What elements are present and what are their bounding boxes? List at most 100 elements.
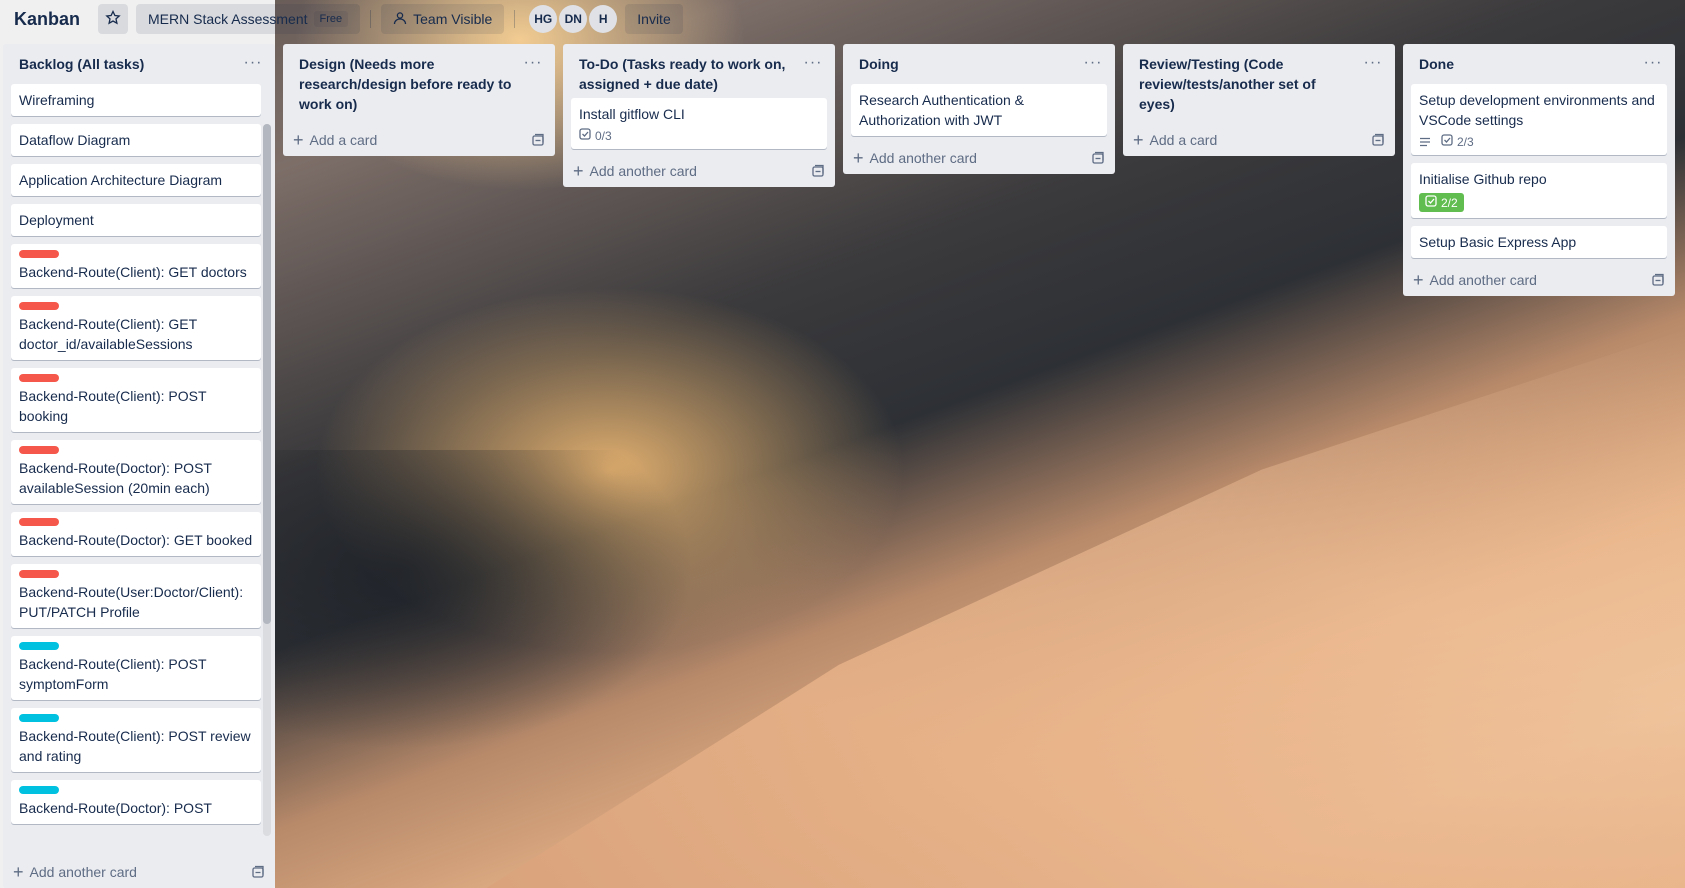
- list-menu-icon[interactable]: ···: [239, 54, 267, 72]
- workspace-name: MERN Stack Assessment: [148, 11, 308, 27]
- avatar[interactable]: DN: [559, 5, 588, 33]
- card-label-cyan[interactable]: [19, 714, 59, 722]
- card-label-red[interactable]: [19, 302, 59, 310]
- card-label-cyan[interactable]: [19, 786, 59, 794]
- board-header: Kanban MERN Stack Assessment Free Team V…: [0, 0, 1685, 38]
- add-card-label: Add another card: [589, 163, 697, 179]
- card-template-icon[interactable]: [1371, 133, 1385, 147]
- card-title: Install gitflow CLI: [579, 106, 685, 122]
- card-title: Backend-Route(Client): POST symptomForm: [19, 656, 207, 692]
- add-card-label: Add another card: [869, 150, 977, 166]
- card-label-cyan[interactable]: [19, 642, 59, 650]
- card[interactable]: Setup Basic Express App: [1411, 226, 1667, 258]
- card-template-icon[interactable]: [811, 164, 825, 178]
- card-title: Backend-Route(Doctor): GET booked: [19, 532, 253, 548]
- list-title[interactable]: Backlog (All tasks): [19, 54, 234, 74]
- card-label-red[interactable]: [19, 374, 59, 382]
- card[interactable]: Backend-Route(Client): POST symptomForm: [11, 636, 261, 700]
- card[interactable]: Dataflow Diagram: [11, 124, 261, 156]
- visibility-button[interactable]: Team Visible: [381, 4, 505, 34]
- description-icon: [1419, 136, 1431, 148]
- card-title: Backend-Route(Client): GET doctors: [19, 264, 247, 280]
- card-template-icon[interactable]: [531, 133, 545, 147]
- list-title[interactable]: Done: [1419, 54, 1634, 74]
- card-label-red[interactable]: [19, 250, 59, 258]
- add-card-button[interactable]: + Add a card: [293, 130, 378, 150]
- list-title[interactable]: Review/Testing (Code review/tests/anothe…: [1139, 54, 1354, 114]
- list-footer: + Add another card: [843, 142, 1115, 174]
- add-card-button[interactable]: + Add another card: [13, 862, 137, 882]
- card-template-icon[interactable]: [1091, 151, 1105, 165]
- card-list: Research Authentication & Authorization …: [843, 84, 1115, 136]
- board-title[interactable]: Kanban: [10, 9, 84, 30]
- list-title[interactable]: Design (Needs more research/design befor…: [299, 54, 514, 114]
- add-card-button[interactable]: + Add another card: [1413, 270, 1537, 290]
- card[interactable]: Deployment: [11, 204, 261, 236]
- card[interactable]: Install gitflow CLI 0/3: [571, 98, 827, 149]
- add-card-label: Add a card: [1149, 132, 1218, 148]
- scrollbar-thumb[interactable]: [263, 124, 271, 624]
- card-template-icon[interactable]: [251, 865, 265, 879]
- list-3: Doing ··· Research Authentication & Author…: [843, 44, 1115, 174]
- list-menu-icon[interactable]: ···: [519, 54, 547, 72]
- card-title: Backend-Route(Client): GET doctor_id/ava…: [19, 316, 197, 352]
- list-menu-icon[interactable]: ···: [1639, 54, 1667, 72]
- card-list: Install gitflow CLI 0/3: [563, 98, 835, 149]
- card-title: Backend-Route(Client): POST booking: [19, 388, 207, 424]
- card-label-red[interactable]: [19, 446, 59, 454]
- card[interactable]: Research Authentication & Authorization …: [851, 84, 1107, 136]
- card-badges: 2/3: [1419, 134, 1659, 149]
- card-title: Deployment: [19, 212, 94, 228]
- add-card-label: Add another card: [1429, 272, 1537, 288]
- card[interactable]: Initialise Github repo 2/2: [1411, 163, 1667, 218]
- card[interactable]: Setup development environments and VSCod…: [1411, 84, 1667, 155]
- list-menu-icon[interactable]: ···: [1079, 54, 1107, 72]
- list-footer: + Add a card: [283, 124, 555, 156]
- card[interactable]: Backend-Route(Doctor): POST: [11, 780, 261, 824]
- list-0: Backlog (All tasks) ··· Wireframing Dataflo…: [3, 44, 275, 888]
- add-card-button[interactable]: + Add another card: [853, 148, 977, 168]
- avatar[interactable]: HG: [529, 5, 558, 33]
- card[interactable]: Backend-Route(Client): POST booking: [11, 368, 261, 432]
- checklist-badge: 2/2: [1419, 193, 1464, 212]
- plus-icon: +: [1133, 130, 1144, 150]
- header-divider: [370, 10, 372, 28]
- card[interactable]: Backend-Route(Doctor): GET booked: [11, 512, 261, 556]
- card-label-red[interactable]: [19, 570, 59, 578]
- list-title[interactable]: Doing: [859, 54, 1074, 74]
- card-template-icon[interactable]: [1651, 273, 1665, 287]
- list-header: Design (Needs more research/design befor…: [283, 44, 555, 118]
- list-header: Done ···: [1403, 44, 1675, 84]
- card-list: Wireframing Dataflow Diagram Application A…: [3, 84, 275, 856]
- add-card-label: Add a card: [309, 132, 378, 148]
- plus-icon: +: [853, 148, 864, 168]
- card[interactable]: Backend-Route(Client): GET doctors: [11, 244, 261, 288]
- avatar[interactable]: H: [589, 5, 618, 33]
- card[interactable]: Backend-Route(Doctor): POST availableSes…: [11, 440, 261, 504]
- card[interactable]: Backend-Route(Client): POST review and r…: [11, 708, 261, 772]
- visibility-label: Team Visible: [413, 11, 493, 27]
- plus-icon: +: [293, 130, 304, 150]
- add-card-button[interactable]: + Add a card: [1133, 130, 1218, 150]
- plus-icon: +: [13, 862, 24, 882]
- list-menu-icon[interactable]: ···: [799, 54, 827, 72]
- card[interactable]: Backend-Route(Client): GET doctor_id/ava…: [11, 296, 261, 360]
- list-header: Doing ···: [843, 44, 1115, 84]
- plus-icon: +: [1413, 270, 1424, 290]
- card-label-red[interactable]: [19, 518, 59, 526]
- checklist-count: 2/2: [1441, 195, 1458, 210]
- star-button[interactable]: [98, 4, 129, 34]
- card[interactable]: Wireframing: [11, 84, 261, 116]
- list-title[interactable]: To-Do (Tasks ready to work on, assigned …: [579, 54, 794, 94]
- card-title: Setup development environments and VSCod…: [1419, 92, 1655, 128]
- card[interactable]: Backend-Route(User:Doctor/Client): PUT/P…: [11, 564, 261, 628]
- add-card-button[interactable]: + Add another card: [573, 162, 697, 180]
- list-scrollbar[interactable]: [263, 124, 271, 836]
- background-water: [275, 450, 695, 750]
- card[interactable]: Application Architecture Diagram: [11, 164, 261, 196]
- list-menu-icon[interactable]: ···: [1359, 54, 1387, 72]
- invite-button[interactable]: Invite: [625, 4, 683, 34]
- member-avatars: HG DN H: [529, 5, 618, 33]
- workspace-button[interactable]: MERN Stack Assessment Free: [136, 4, 361, 34]
- card-title: Research Authentication & Authorization …: [859, 92, 1024, 128]
